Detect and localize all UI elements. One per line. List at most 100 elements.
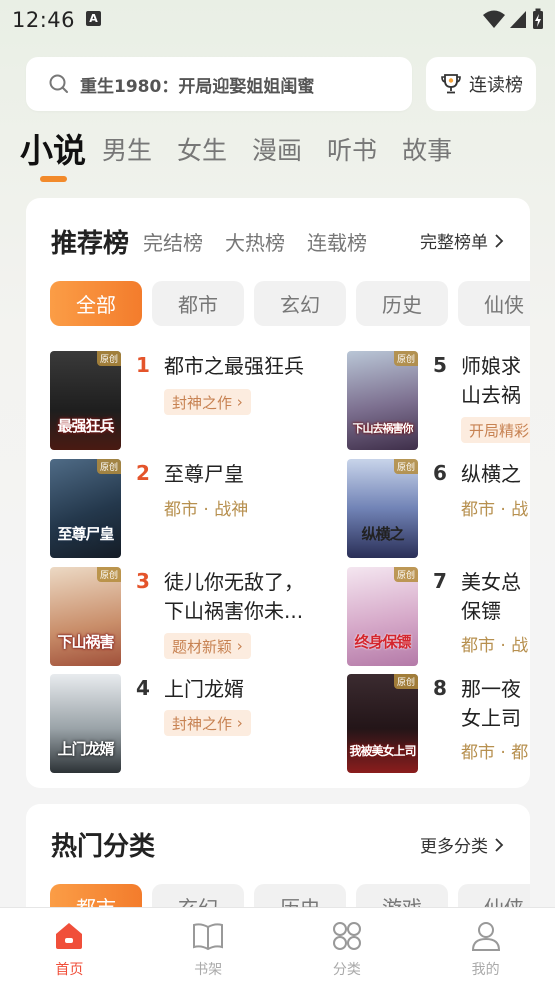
tab-novel[interactable]: 小说: [20, 128, 86, 174]
cover-title: 至尊尸皇: [57, 525, 114, 543]
book-title-line2: 女上司: [461, 706, 521, 730]
more-categories-link[interactable]: 更多分类: [420, 832, 504, 857]
tab-serializing[interactable]: 连载榜: [307, 227, 367, 256]
grid-icon: [332, 922, 361, 950]
status-bar: 12:46 A: [0, 0, 555, 40]
book-meta: 都市 · 战神: [164, 500, 249, 520]
tag-chevron-icon: ›: [236, 714, 243, 732]
original-badge: 原创: [96, 351, 121, 366]
nav-profile[interactable]: 我的: [416, 908, 555, 984]
book-item[interactable]: 原创 下山祸害 3 徒儿你无敌了， 下山祸害你未... 题材新颖 ›: [50, 567, 340, 667]
tab-story[interactable]: 故事: [402, 128, 452, 174]
book-cover: 原创 下山祸害: [50, 567, 121, 666]
tag-chevron-icon: ›: [236, 637, 243, 655]
tab-hot[interactable]: 大热榜: [225, 227, 285, 256]
bottom-navigation: 首页 书架 分类 我的: [0, 907, 555, 984]
original-badge: 原创: [393, 351, 418, 366]
book-item[interactable]: 原创 至尊尸皇 2 至尊尸皇 都市 · 战神: [50, 459, 330, 559]
nav-home[interactable]: 首页: [0, 908, 139, 984]
search-placeholder: 重生1980：开局迎娶姐姐闺蜜: [80, 76, 315, 97]
ranking-card: 推荐榜 完结榜 大热榜 连载榜 完整榜单 全部 都市 玄幻 历史 仙侠 原创 最…: [26, 198, 530, 788]
book-title-line2: 山去祸: [461, 383, 521, 407]
continuous-reading-rank-button[interactable]: 连读榜: [426, 57, 536, 111]
rank-number: 8: [433, 676, 447, 700]
book-tag: 开局精彩: [461, 417, 530, 443]
book-title-line1: 美女总: [461, 570, 521, 594]
chip-xianxia[interactable]: 仙侠: [458, 281, 530, 326]
book-meta: 都市 · 战: [461, 636, 529, 656]
book-cover: 原创 至尊尸皇: [50, 459, 121, 558]
book-meta: 都市 · 战: [461, 500, 529, 520]
nav-bookshelf[interactable]: 书架: [139, 908, 278, 984]
book-item[interactable]: 原创 纵横之 6 纵横之 都市 · 战: [347, 459, 530, 559]
top-category-tabs: 小说 男生 女生 漫画 听书 故事: [20, 128, 477, 174]
book-meta: 都市 · 都: [461, 743, 529, 763]
book-tag-label: 开局精彩: [469, 421, 530, 440]
rank-number: 4: [136, 676, 150, 700]
chip-all[interactable]: 全部: [50, 281, 142, 326]
tab-female[interactable]: 女生: [177, 128, 227, 174]
rank-number: 1: [136, 353, 150, 377]
nav-profile-label: 我的: [471, 962, 500, 978]
rank-number: 3: [136, 569, 150, 593]
book-cover: 上门龙婿: [50, 674, 121, 773]
nav-category[interactable]: 分类: [278, 908, 417, 984]
original-badge: 原创: [96, 459, 121, 474]
book-item[interactable]: 原创 最强狂兵 1 都市之最强狂兵 封神之作 ›: [50, 351, 330, 451]
cover-title: 下山去祸害你: [352, 422, 414, 435]
rank-number: 6: [433, 461, 447, 485]
cover-title: 纵横之: [361, 525, 404, 543]
book-title: 纵横之: [461, 462, 521, 486]
original-badge: 原创: [393, 459, 418, 474]
book-item[interactable]: 原创 终身保镖 7 美女总 保镖 都市 · 战: [347, 567, 530, 667]
original-badge: 原创: [393, 567, 418, 582]
tab-audiobook[interactable]: 听书: [327, 128, 377, 174]
book-title: 上门龙婿: [164, 677, 244, 701]
signal-icon: [510, 11, 526, 28]
search-icon: [49, 74, 68, 93]
home-icon: [56, 923, 83, 949]
book-tag: 封神之作 ›: [164, 389, 251, 415]
nav-bookshelf-label: 书架: [194, 962, 223, 978]
genre-filter-chips: 全部 都市 玄幻 历史 仙侠: [50, 281, 530, 326]
chevron-right-icon: [495, 233, 504, 248]
book-cover: 原创 纵横之: [347, 459, 418, 558]
user-icon: [471, 922, 500, 951]
book-cover: 原创 终身保镖: [347, 567, 418, 666]
book-cover: 原创 我被美女上司: [347, 674, 418, 773]
chip-urban[interactable]: 都市: [152, 281, 244, 326]
full-ranking-label: 完整榜单: [420, 233, 488, 253]
book-title-line2: 下山祸害你未...: [164, 599, 304, 623]
book-tag: 题材新颖 ›: [164, 633, 251, 659]
book-title-line1: 徒儿你无敌了，: [164, 570, 304, 594]
chip-history[interactable]: 历史: [356, 281, 448, 326]
search-box[interactable]: 重生1980：开局迎娶姐姐闺蜜: [26, 57, 412, 111]
nav-home-label: 首页: [55, 962, 84, 978]
book-item[interactable]: 原创 下山去祸害你 5 师娘求 山去祸 开局精彩: [347, 351, 530, 451]
tab-comic[interactable]: 漫画: [252, 128, 302, 174]
book-tag-label: 题材新颖: [172, 637, 233, 656]
chip-fantasy[interactable]: 玄幻: [254, 281, 346, 326]
battery-icon: [533, 8, 543, 29]
rank-number: 5: [433, 353, 447, 377]
original-badge: 原创: [393, 674, 418, 689]
tab-male[interactable]: 男生: [102, 128, 152, 174]
rank-number: 7: [433, 569, 447, 593]
tab-completed[interactable]: 完结榜: [143, 227, 203, 256]
status-icons: [483, 8, 545, 30]
book-icon: [193, 923, 224, 951]
tab-recommended[interactable]: 推荐榜: [51, 223, 129, 260]
status-time: 12:46: [12, 8, 76, 32]
book-item[interactable]: 上门龙婿 4 上门龙婿 封神之作 ›: [50, 674, 330, 774]
full-ranking-link[interactable]: 完整榜单: [420, 228, 504, 253]
book-cover: 原创 下山去祸害你: [347, 351, 418, 450]
book-item[interactable]: 原创 我被美女上司 8 那一夜 女上司 都市 · 都: [347, 674, 530, 774]
book-title-line1: 那一夜: [461, 677, 521, 701]
active-tab-indicator: [40, 176, 67, 182]
book-title: 都市之最强狂兵: [164, 354, 304, 378]
nav-category-label: 分类: [332, 962, 361, 978]
wifi-icon: [483, 10, 505, 28]
rank-number: 2: [136, 461, 150, 485]
cover-title: 下山祸害: [57, 633, 114, 651]
more-categories-label: 更多分类: [420, 837, 488, 857]
